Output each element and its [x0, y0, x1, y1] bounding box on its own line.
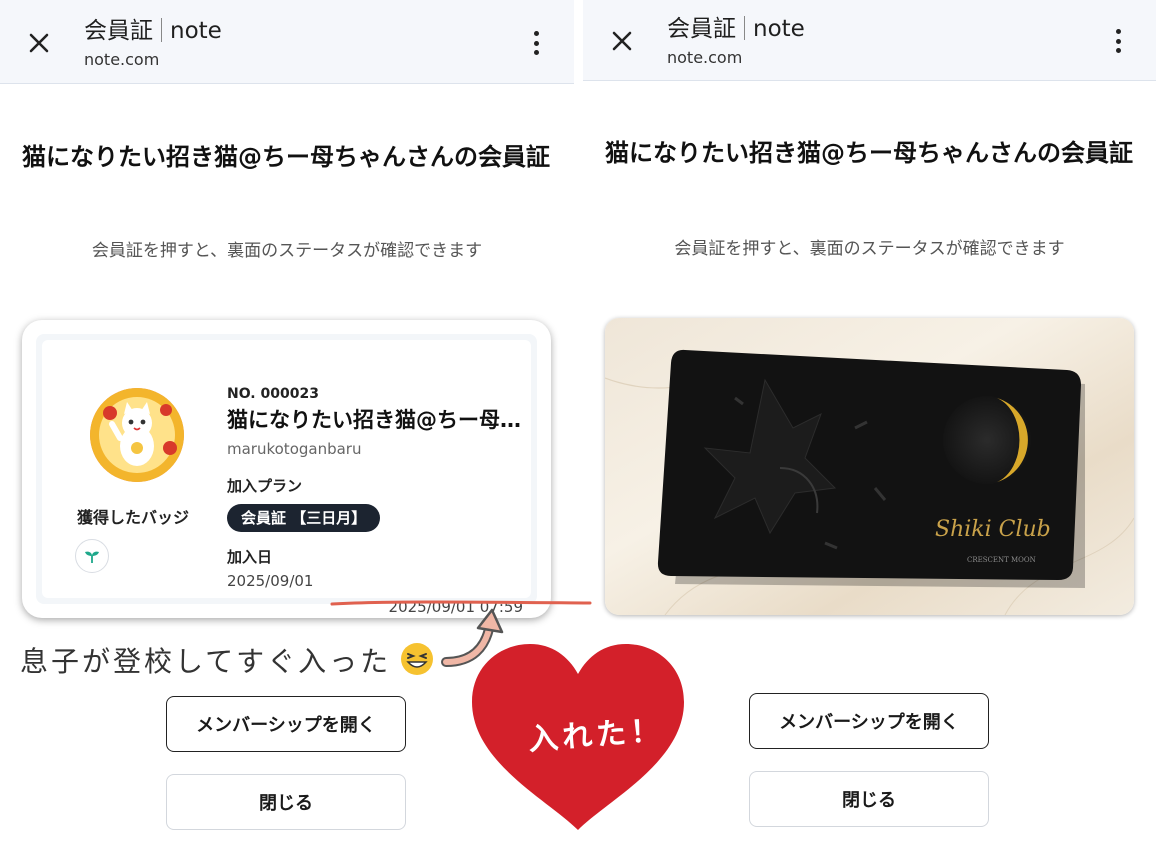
member-username: marukotoganbaru: [227, 440, 362, 458]
membership-heading: 猫になりたい招き猫@ちー母ちゃんさんの会員証: [605, 139, 1133, 167]
hint-text: 会員証を押すと、裏面のステータスが確認できます: [674, 239, 1065, 259]
annotation-caption: 息子が登校してすぐ入った: [20, 645, 392, 678]
open-membership-button[interactable]: メンバーシップを開く: [749, 693, 989, 749]
page-title: 会員証 note: [84, 18, 222, 44]
more-options-icon[interactable]: [1106, 26, 1130, 56]
join-date: 2025/09/01: [227, 572, 314, 590]
plan-label: 加入プラン: [227, 477, 303, 495]
card-caption: CRESCENT MOON: [967, 556, 1036, 564]
member-name: 猫になりたい招き猫@ちー母…: [227, 408, 521, 432]
hint-text: 会員証を押すと、裏面のステータスが確認できます: [91, 241, 483, 261]
grinning-face-icon: [401, 643, 433, 675]
open-membership-button[interactable]: メンバーシップを開く: [166, 696, 406, 752]
page-url: note.com: [667, 48, 743, 67]
join-date-label: 加入日: [227, 548, 273, 566]
membership-card[interactable]: 獲得したバッジ NO. 000023 猫になりたい招き猫@ちー母… maruko…: [22, 320, 551, 618]
plan-badge: 会員証 【三日月】: [227, 504, 381, 532]
more-options-icon[interactable]: [524, 28, 548, 58]
card-signature: Shiki Club: [935, 517, 1051, 542]
badges-label: 獲得したバッジ: [77, 508, 190, 527]
membership-card-back[interactable]: Shiki Club CRESCENT MOON: [605, 318, 1134, 615]
sprout-badge-icon[interactable]: [75, 539, 109, 573]
close-icon[interactable]: [24, 28, 54, 58]
app-bar: 会員証 note note.com: [583, 0, 1156, 81]
close-button[interactable]: 閉じる: [166, 774, 406, 830]
page-url: note.com: [84, 50, 160, 69]
app-bar-title-group: 会員証 note note.com: [84, 14, 222, 69]
close-button[interactable]: 閉じる: [749, 771, 989, 827]
membership-heading: 猫になりたい招き猫@ちー母ちゃんさんの会員証: [22, 143, 550, 171]
member-number: NO. 000023: [227, 386, 319, 402]
page-title: 会員証 note: [667, 16, 805, 42]
app-bar: 会員証 note note.com: [0, 0, 574, 84]
app-bar-title-group: 会員証 note note.com: [667, 12, 805, 67]
avatar: [90, 388, 184, 482]
close-icon[interactable]: [607, 26, 637, 56]
